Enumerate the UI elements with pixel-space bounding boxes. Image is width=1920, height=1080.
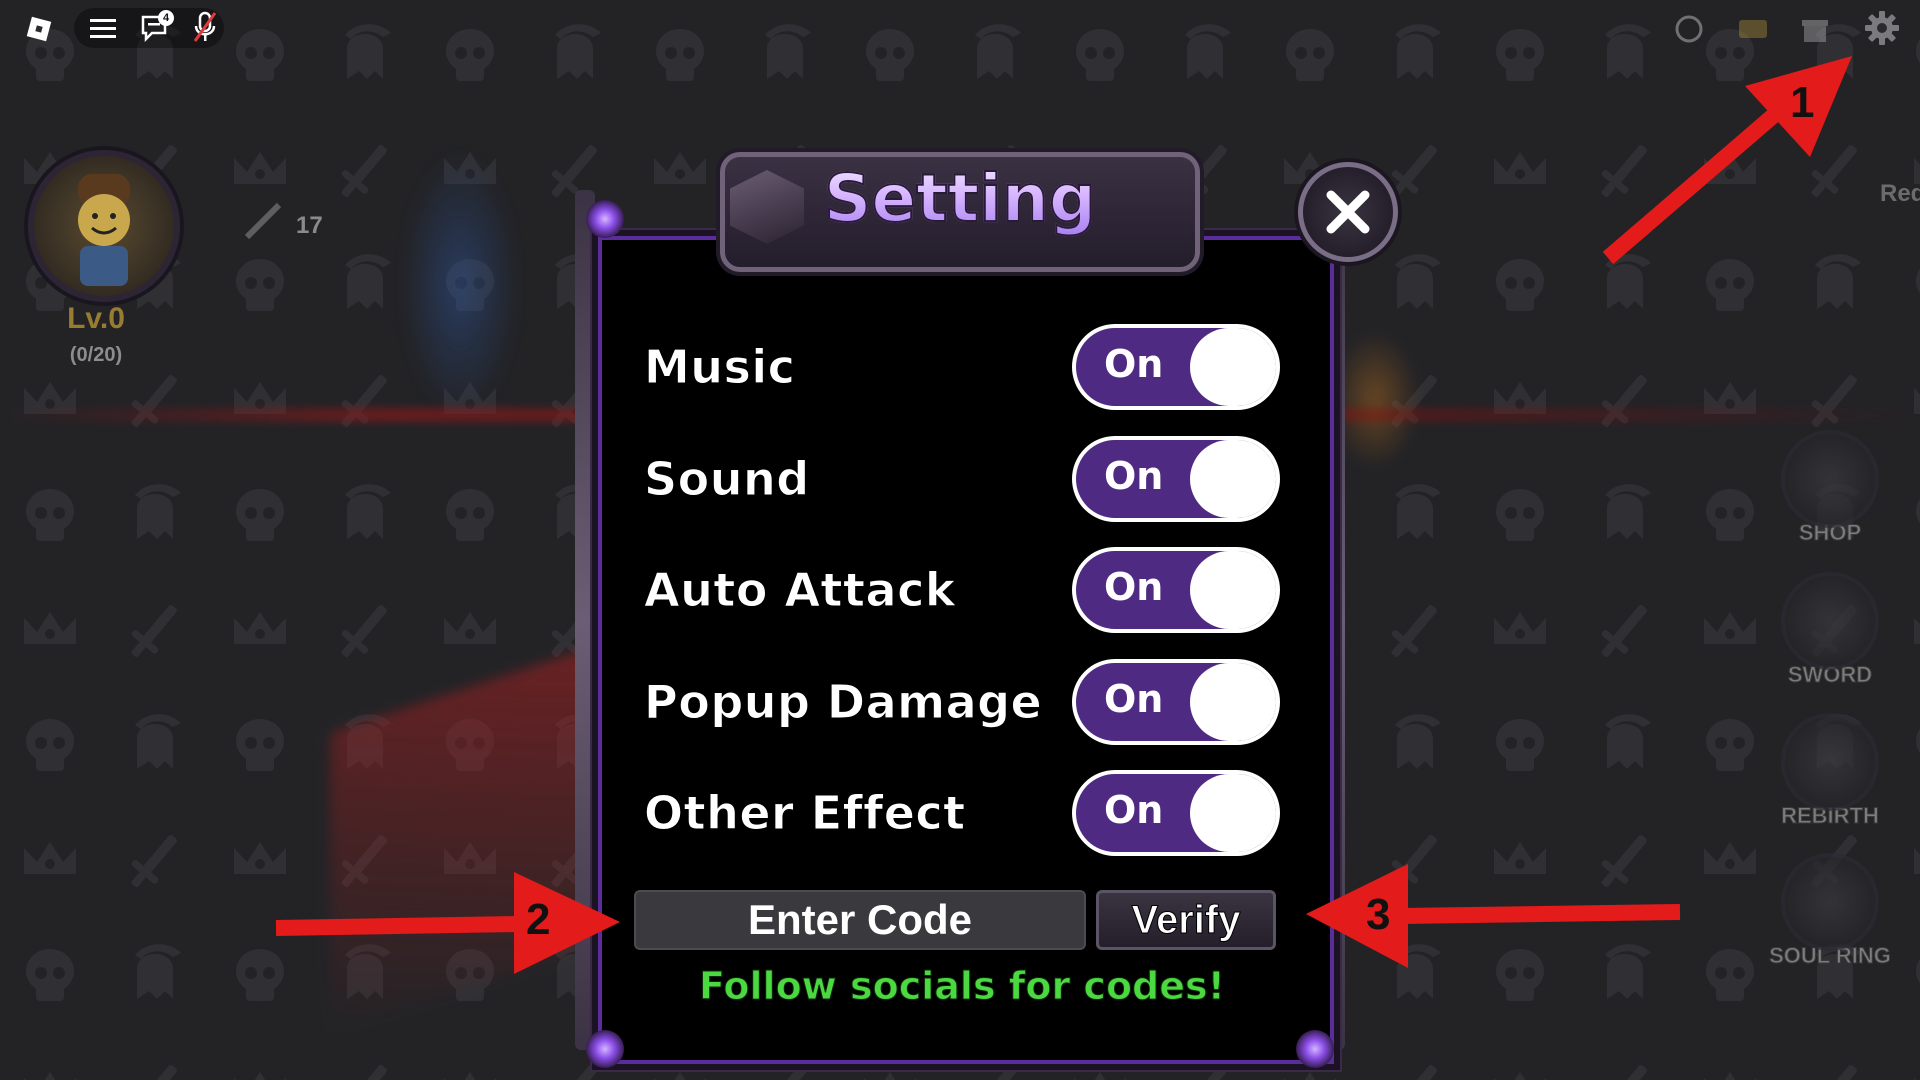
- toggle-state: On: [1104, 788, 1164, 832]
- toggle-state: On: [1104, 454, 1164, 498]
- soul-ring-lock-icon: [1781, 853, 1879, 951]
- menu-icon[interactable]: [88, 14, 120, 42]
- rebirth-lock-icon: [1781, 713, 1879, 811]
- sword-lock-icon: [1781, 572, 1879, 670]
- emote-icon[interactable]: [1672, 12, 1706, 46]
- toggle-knob: [1190, 440, 1276, 518]
- setting-row-other-effect: Other Effect On: [644, 768, 1284, 856]
- auto-attack-toggle[interactable]: On: [1072, 547, 1280, 633]
- toggle-knob: [1190, 663, 1276, 741]
- sword-count: 17: [296, 212, 323, 239]
- setting-label: Sound: [644, 452, 810, 507]
- marker-3: 3: [1366, 890, 1391, 939]
- setting-label: Auto Attack: [644, 563, 956, 618]
- player-level: Lv.0: [67, 302, 125, 335]
- setting-label: Other Effect: [644, 786, 966, 841]
- toggle-knob: [1190, 328, 1276, 406]
- close-icon: [1326, 190, 1370, 234]
- soul-ring-button[interactable]: SOUL RING: [1760, 853, 1900, 969]
- mic-muted-icon[interactable]: [192, 10, 218, 44]
- popup-damage-toggle[interactable]: On: [1072, 659, 1280, 745]
- close-button[interactable]: [1298, 162, 1398, 262]
- toggle-state: On: [1104, 565, 1164, 609]
- corner-gem-icon: [586, 1030, 624, 1068]
- setting-row-sound: Sound On: [644, 434, 1284, 522]
- sword-icon: [238, 196, 288, 246]
- settings-title: Setting: [800, 159, 1120, 238]
- rebirth-button[interactable]: REBIRTH: [1760, 713, 1900, 829]
- sound-toggle[interactable]: On: [1072, 436, 1280, 522]
- toggle-knob: [1190, 774, 1276, 852]
- avatar-face-icon: [78, 174, 130, 286]
- shop-icon: [1781, 430, 1879, 528]
- setting-row-auto-attack: Auto Attack On: [644, 545, 1284, 633]
- setting-row-music: Music On: [643, 322, 1284, 410]
- chat-badge: 4: [158, 10, 174, 26]
- reduce-label: Reduc: [1880, 180, 1920, 207]
- modal-frame-left: [575, 190, 595, 1050]
- music-toggle[interactable]: On: [1072, 324, 1280, 410]
- marker-1: 1: [1790, 78, 1815, 127]
- setting-label: Popup Damage: [643, 675, 1043, 730]
- corner-gem-icon: [586, 200, 624, 238]
- marker-2: 2: [526, 895, 551, 944]
- toggle-knob: [1190, 551, 1276, 629]
- sword-button[interactable]: SWORD: [1760, 572, 1900, 688]
- toggle-state: On: [1104, 342, 1164, 386]
- gear-icon[interactable]: [1862, 8, 1902, 48]
- code-input[interactable]: [634, 890, 1086, 950]
- other-effect-toggle[interactable]: On: [1072, 770, 1280, 856]
- corner-gem-icon: [1296, 1030, 1334, 1068]
- profile-card-icon[interactable]: [1736, 12, 1770, 46]
- socials-hint: Follow socials for codes!: [699, 964, 1226, 1009]
- setting-row-popup-damage: Popup Damage On: [643, 657, 1284, 745]
- setting-label: Music: [643, 340, 796, 395]
- shop-button[interactable]: SHOP: [1760, 430, 1900, 546]
- toggle-state: On: [1104, 677, 1164, 721]
- gift-icon[interactable]: [1798, 10, 1832, 46]
- roblox-logo-icon[interactable]: [22, 12, 56, 46]
- player-xp: (0/20): [69, 344, 123, 366]
- verify-button[interactable]: Verify: [1096, 890, 1276, 950]
- avatar[interactable]: [28, 150, 180, 302]
